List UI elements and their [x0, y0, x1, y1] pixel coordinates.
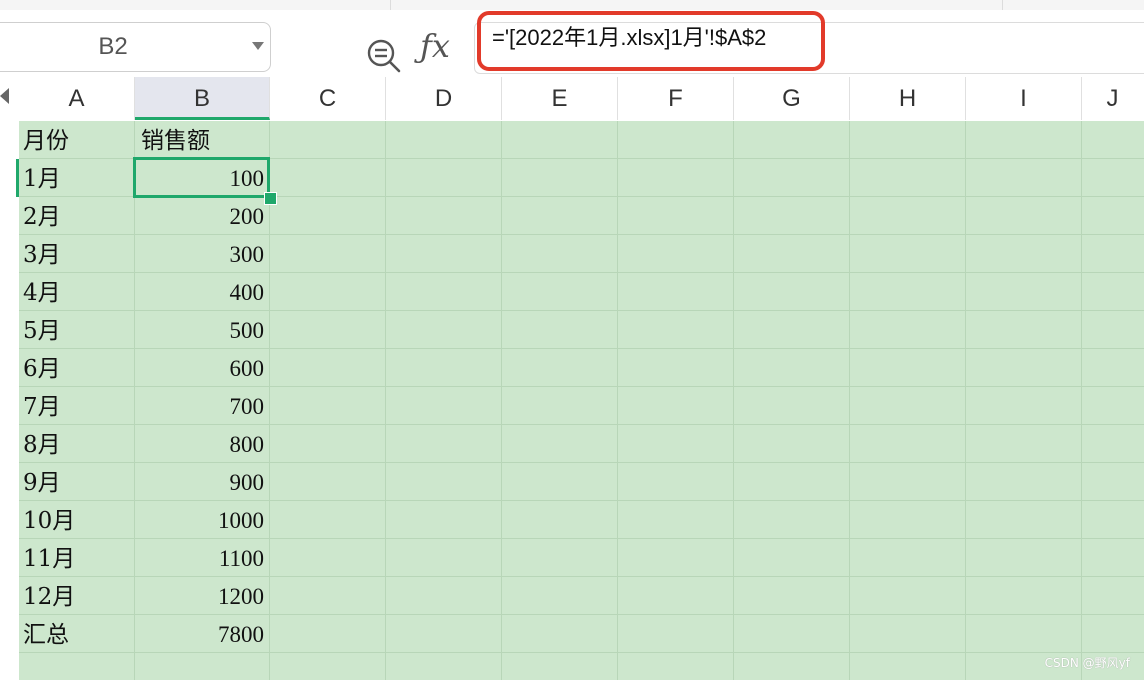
- column-header-A[interactable]: A: [19, 77, 135, 120]
- grid-line: [385, 121, 386, 680]
- column-header-B[interactable]: B: [135, 77, 270, 120]
- cell-B8[interactable]: 700: [135, 387, 265, 425]
- cell-B9[interactable]: 800: [135, 425, 265, 463]
- cell-A12[interactable]: 11月: [23, 539, 131, 577]
- cell-A10[interactable]: 9月: [23, 463, 131, 501]
- cell-B3[interactable]: 200: [135, 197, 265, 235]
- grid-line: [617, 121, 618, 680]
- cell-B6[interactable]: 500: [135, 311, 265, 349]
- column-header-C[interactable]: C: [270, 77, 386, 120]
- column-header-E[interactable]: E: [502, 77, 618, 120]
- name-box[interactable]: B2: [0, 22, 271, 72]
- column-header-H[interactable]: H: [850, 77, 966, 120]
- cell-A4[interactable]: 3月: [23, 235, 131, 273]
- grid-line: [1081, 121, 1082, 680]
- grid-line: [501, 121, 502, 680]
- row-headers[interactable]: [0, 121, 19, 680]
- fx-icon[interactable]: ƒx: [420, 24, 450, 68]
- cell-B14[interactable]: 7800: [135, 615, 264, 653]
- cell-B11[interactable]: 1000: [135, 501, 264, 539]
- cell-A9[interactable]: 8月: [23, 425, 131, 463]
- grid-line: [849, 121, 850, 680]
- cell-A14[interactable]: 汇总: [23, 615, 131, 653]
- active-cell-border: [133, 157, 270, 198]
- cell-A3[interactable]: 2月: [23, 197, 131, 235]
- cell-B7[interactable]: 600: [135, 349, 265, 387]
- column-header-F[interactable]: F: [618, 77, 734, 120]
- cell-B5[interactable]: 400: [135, 273, 265, 311]
- annotation-highlight-box: [477, 11, 825, 71]
- watermark: CSDN @野风yf: [1044, 656, 1130, 670]
- cell-A11[interactable]: 10月: [23, 501, 131, 539]
- cell-A2[interactable]: 1月: [23, 159, 131, 197]
- column-header-J[interactable]: J: [1082, 77, 1144, 120]
- column-header-I[interactable]: I: [966, 77, 1082, 120]
- cell-B1[interactable]: 销售额: [141, 121, 266, 159]
- grid-line: [965, 121, 966, 680]
- cell-A7[interactable]: 6月: [23, 349, 131, 387]
- fill-handle[interactable]: [264, 192, 277, 205]
- toolbar-divider: [1002, 0, 1003, 10]
- cell-A5[interactable]: 4月: [23, 273, 131, 311]
- cell-A6[interactable]: 5月: [23, 311, 131, 349]
- cell-B4[interactable]: 300: [135, 235, 265, 273]
- column-header-G[interactable]: G: [734, 77, 850, 120]
- column-header-D[interactable]: D: [386, 77, 502, 120]
- cell-A1[interactable]: 月份: [23, 121, 131, 159]
- chevron-down-icon[interactable]: [252, 42, 264, 50]
- name-box-ref: B2: [98, 33, 128, 60]
- cell-A13[interactable]: 12月: [23, 577, 131, 615]
- grid-line: [733, 121, 734, 680]
- cell-B12[interactable]: 1100: [135, 539, 264, 577]
- cell-B13[interactable]: 1200: [135, 577, 264, 615]
- corner-triangle-icon: [0, 88, 9, 104]
- column-headers: A B C D E F G H I J: [0, 77, 1144, 120]
- cell-B10[interactable]: 900: [135, 463, 265, 501]
- zoom-formula-icon[interactable]: [366, 38, 402, 74]
- cell-A8[interactable]: 7月: [23, 387, 131, 425]
- toolbar-divider: [390, 0, 391, 10]
- select-all-corner[interactable]: [0, 77, 19, 120]
